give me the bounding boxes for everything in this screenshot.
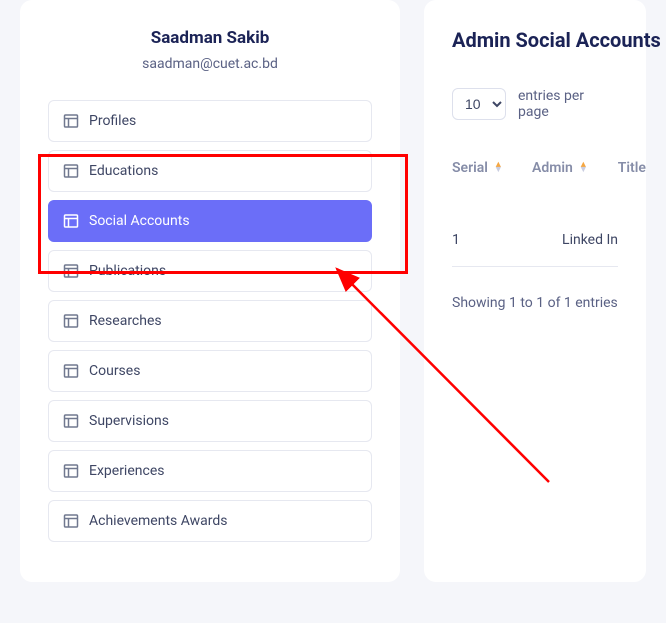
layout-icon xyxy=(63,463,79,479)
nav-item-experiences[interactable]: Experiences xyxy=(48,450,372,492)
profile-name: Saadman Sakib xyxy=(48,28,372,48)
table-header: Serial ▲▼ Admin ▲▼ Title xyxy=(452,160,618,190)
nav-label: Profiles xyxy=(89,113,136,129)
nav-item-supervisions[interactable]: Supervisions xyxy=(48,400,372,442)
nav-item-achievements-awards[interactable]: Achievements Awards xyxy=(48,500,372,542)
layout-icon xyxy=(63,363,79,379)
td-title: Linked In xyxy=(562,232,618,248)
profile-sidebar: Saadman Sakib saadman@cuet.ac.bd Profile… xyxy=(20,0,400,582)
nav-label: Achievements Awards xyxy=(89,513,228,529)
td-serial: 1 xyxy=(452,232,473,248)
layout-icon xyxy=(63,513,79,529)
layout-icon xyxy=(63,163,79,179)
th-admin[interactable]: Admin ▲▼ xyxy=(532,160,588,176)
nav-item-researches[interactable]: Researches xyxy=(48,300,372,342)
layout-icon xyxy=(63,263,79,279)
sort-icon: ▲▼ xyxy=(494,163,503,173)
td-admin xyxy=(503,232,532,248)
nav-list: Profiles Educations Social Accounts Publ… xyxy=(48,100,372,542)
entries-per-page-select[interactable]: 10 xyxy=(452,88,506,120)
entries-label: entries per page xyxy=(518,88,618,120)
nav-item-publications[interactable]: Publications xyxy=(48,250,372,292)
layout-icon xyxy=(63,113,79,129)
layout-icon xyxy=(63,213,79,229)
page-title: Admin Social Accounts xyxy=(452,28,618,52)
layout-icon xyxy=(63,413,79,429)
th-title[interactable]: Title xyxy=(618,160,646,176)
profile-header: Saadman Sakib saadman@cuet.ac.bd xyxy=(48,28,372,72)
nav-item-profiles[interactable]: Profiles xyxy=(48,100,372,142)
nav-item-educations[interactable]: Educations xyxy=(48,150,372,192)
entries-selector-row: 10 entries per page xyxy=(452,88,618,120)
nav-label: Courses xyxy=(89,363,140,379)
main-content: Admin Social Accounts 10 entries per pag… xyxy=(424,0,646,582)
nav-item-courses[interactable]: Courses xyxy=(48,350,372,392)
nav-label: Researches xyxy=(89,313,162,329)
nav-label: Publications xyxy=(89,263,166,279)
table-row: 1 Linked In xyxy=(452,214,618,267)
th-serial[interactable]: Serial ▲▼ xyxy=(452,160,502,176)
showing-entries-text: Showing 1 to 1 of 1 entries xyxy=(452,295,618,311)
nav-label: Educations xyxy=(89,163,158,179)
sort-icon: ▲▼ xyxy=(579,163,588,173)
nav-label: Supervisions xyxy=(89,413,169,429)
nav-label: Experiences xyxy=(89,463,164,479)
nav-item-social-accounts[interactable]: Social Accounts xyxy=(48,200,372,242)
nav-label: Social Accounts xyxy=(89,213,190,229)
profile-email: saadman@cuet.ac.bd xyxy=(48,56,372,72)
layout-icon xyxy=(63,313,79,329)
